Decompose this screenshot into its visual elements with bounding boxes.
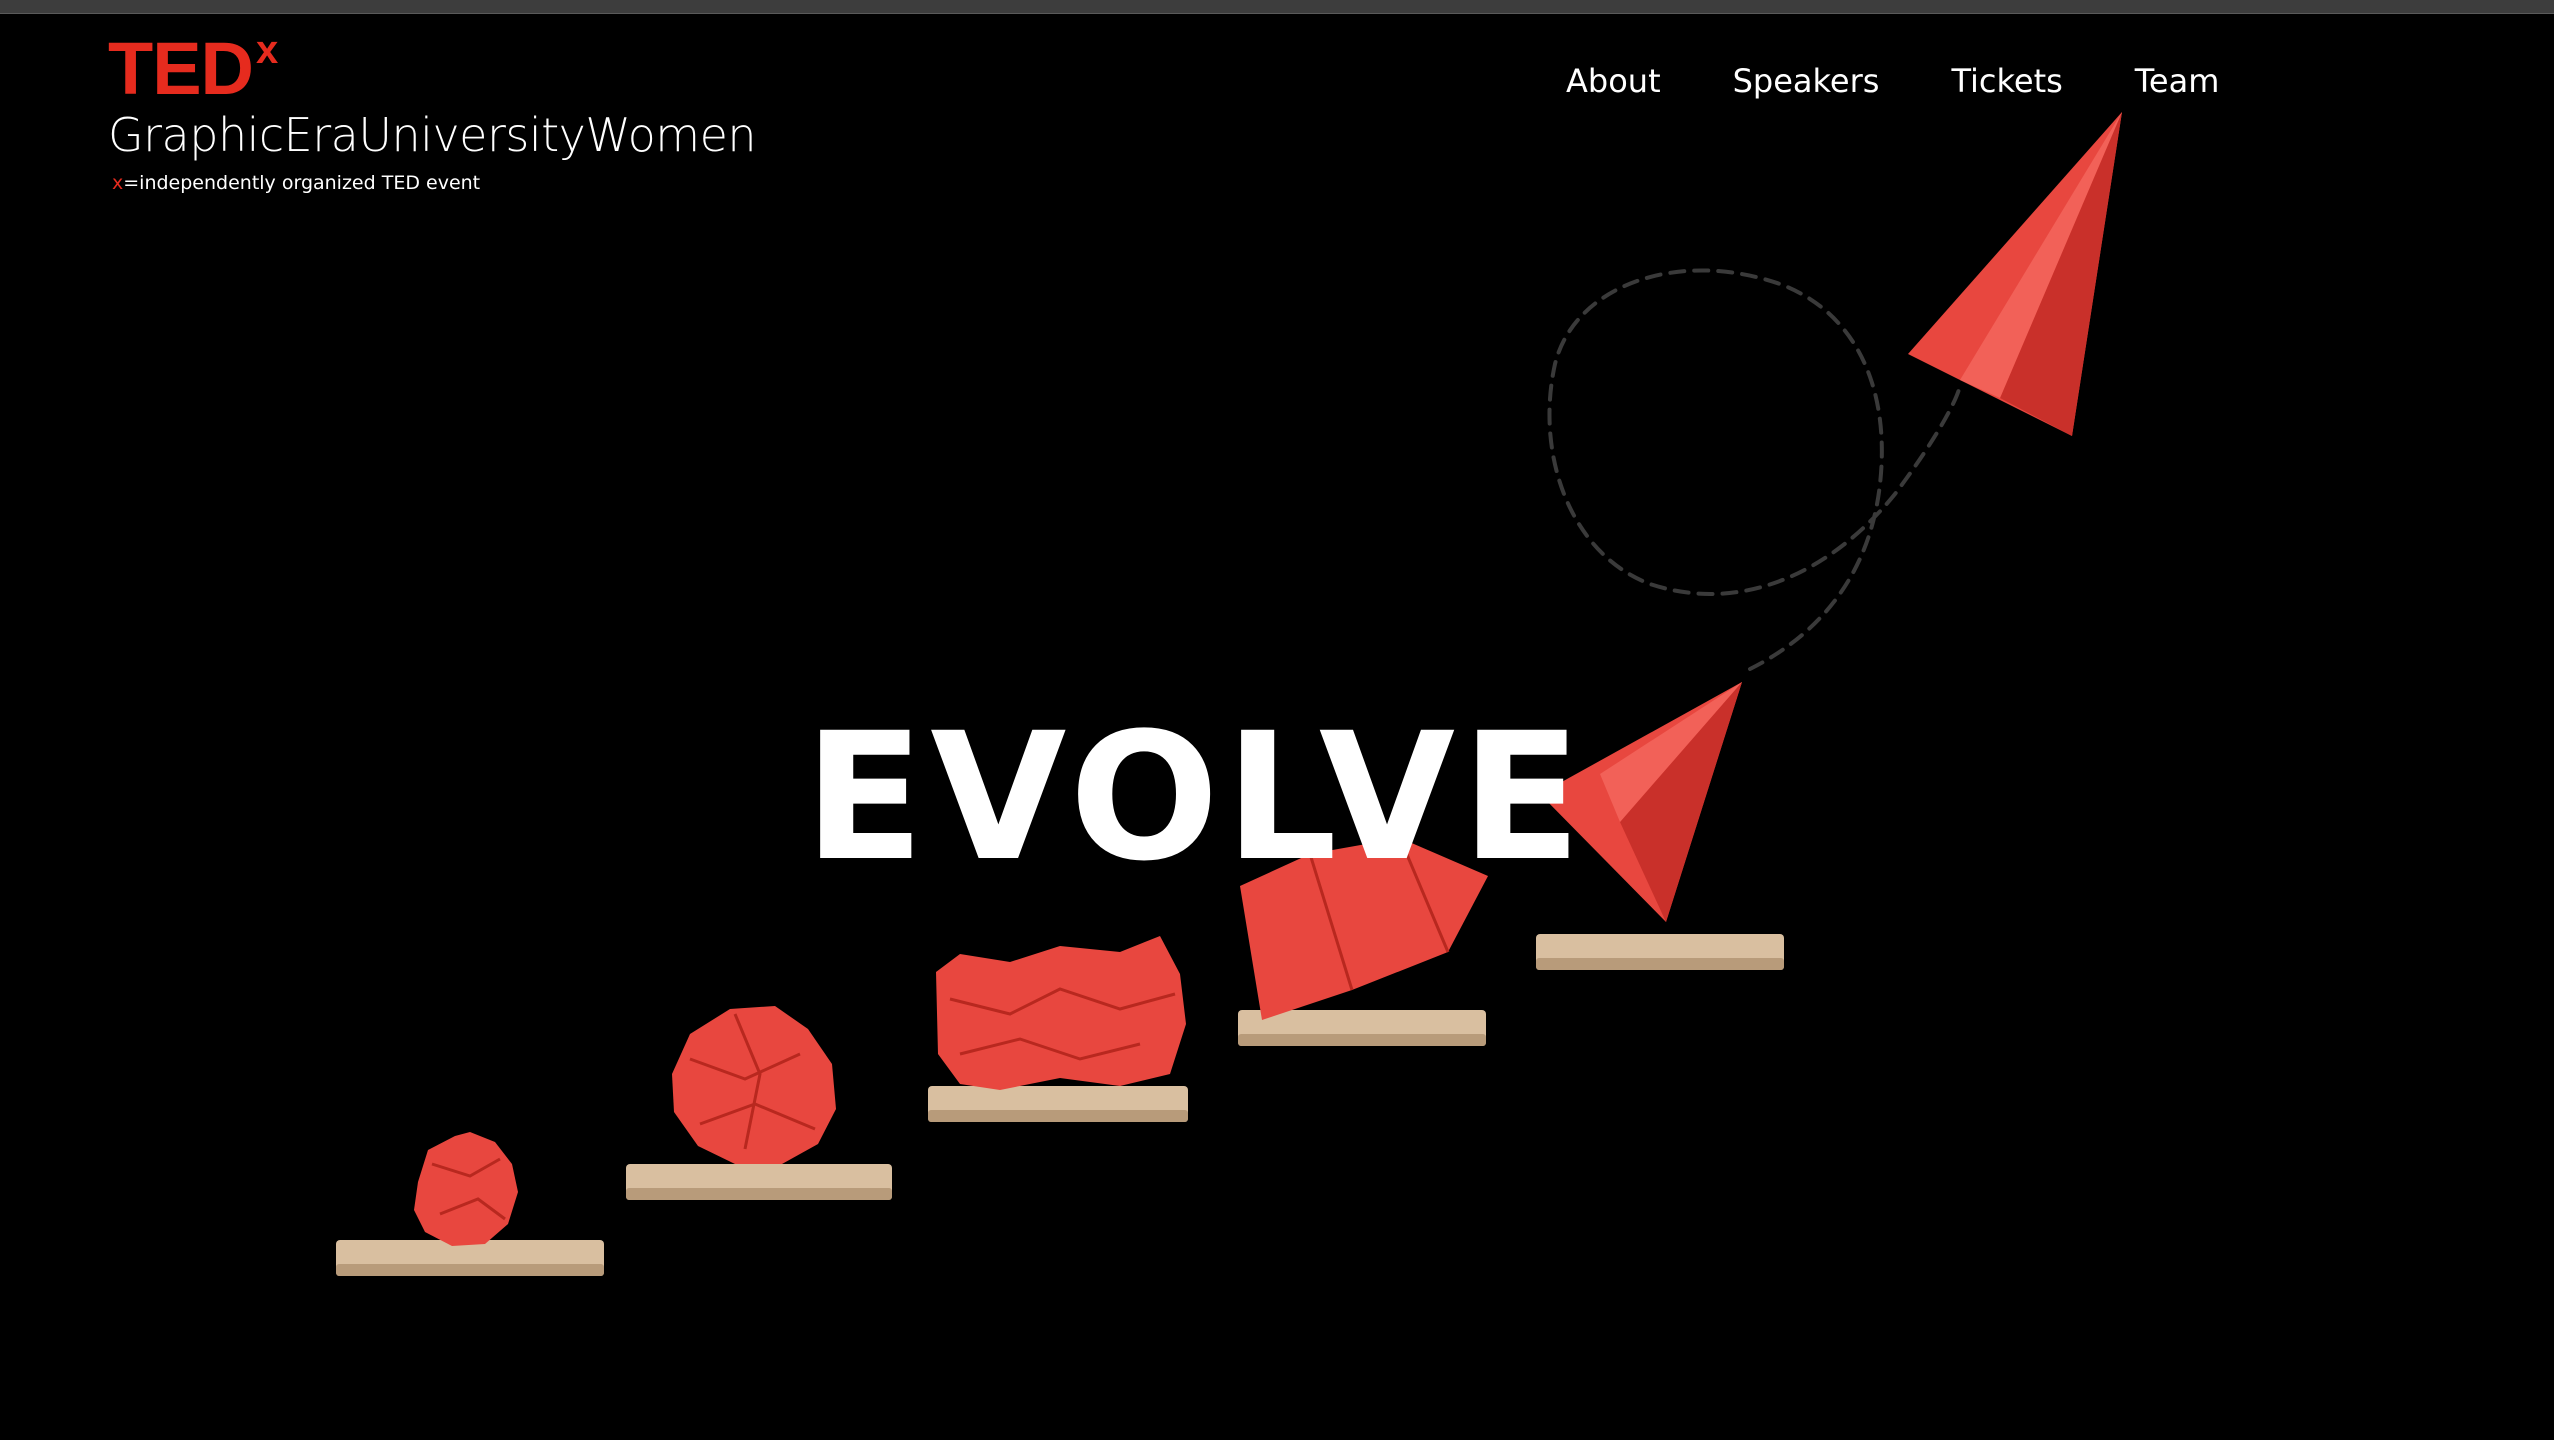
page: EVOLVE TED x GraphicEraUniversityWomen x… — [0, 14, 2554, 1440]
tedx-logo[interactable]: TED x — [108, 27, 756, 110]
browser-top-strip — [0, 0, 2554, 14]
paper-crumpled-block — [936, 936, 1186, 1090]
tagline-x: x — [112, 172, 124, 194]
main-nav: About Speakers Tickets Team — [1566, 62, 2219, 100]
event-name: GraphicEraUniversityWomen — [108, 108, 757, 162]
tagline: x=independently organized TED event — [112, 172, 756, 194]
brand-block: TED x GraphicEraUniversityWomen x=indepe… — [108, 27, 757, 194]
nav-tickets[interactable]: Tickets — [1951, 62, 2062, 100]
flight-path — [1547, 268, 1962, 671]
tedx-superscript: x — [256, 28, 279, 72]
paper-ball-small — [414, 1132, 518, 1246]
paper-ball-medium — [672, 1006, 836, 1164]
nav-about[interactable]: About — [1566, 62, 1661, 100]
tagline-text: =independently organized TED event — [123, 172, 481, 194]
theme-title: EVOLVE — [804, 695, 1588, 900]
paper-plane-large — [1908, 112, 2122, 436]
nav-team[interactable]: Team — [2135, 62, 2220, 100]
ted-wordmark: TED — [108, 27, 254, 110]
nav-speakers[interactable]: Speakers — [1733, 62, 1880, 100]
